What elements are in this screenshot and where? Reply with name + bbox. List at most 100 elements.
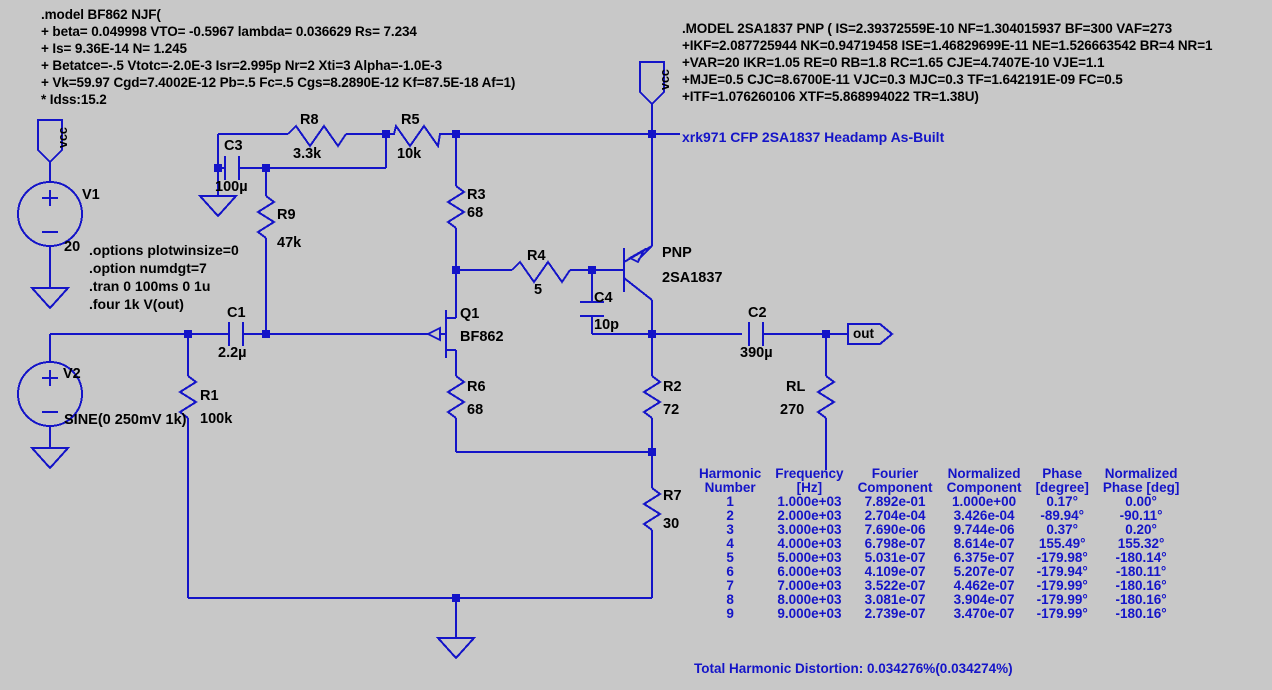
cell-component: 5.031e-07: [864, 549, 926, 565]
r3-value: 68: [467, 205, 484, 221]
cell-frequency: 6.000e+03: [777, 563, 842, 579]
q2-ref: PNP: [662, 245, 692, 261]
c3-ref: C3: [224, 138, 243, 154]
r7-body: [642, 487, 662, 531]
r5-value: 10k: [397, 146, 422, 162]
table-row: 3 3.000e+03 7.690e-06 9.744e-06 0.37° 0.…: [692, 521, 1186, 537]
cell-norm-phase: 155.32°: [1117, 535, 1165, 551]
jfet-model-line-3: + Betatce=-.5 Vtotc=-2.0E-3 Isr=2.995p N…: [41, 58, 443, 73]
cell-norm-component: 9.744e-06: [953, 521, 1015, 537]
r1-ref: R1: [200, 388, 219, 404]
fourier-col-frequency-line1: Frequency: [775, 466, 844, 481]
cell-component: 7.690e-06: [864, 521, 926, 537]
cell-component: 6.798e-07: [864, 535, 926, 551]
v1-source: [17, 181, 83, 288]
jfet-q1-symbol: [425, 270, 457, 376]
cell-frequency: 4.000e+03: [777, 535, 842, 551]
c3-symbol: [218, 156, 266, 180]
fourier-col-normcomponent-line2: Component: [946, 479, 1022, 495]
v1-value: 20: [64, 239, 81, 255]
r3-ref: R3: [467, 187, 486, 203]
ground-bottom: [435, 637, 477, 660]
rl-value: 270: [780, 402, 805, 418]
cell-frequency: 7.000e+03: [777, 577, 842, 593]
c2-value: 390µ: [740, 345, 773, 361]
cell-component: 3.081e-07: [864, 592, 926, 607]
r8-body: [287, 124, 347, 148]
q2-value: 2SA1837: [662, 270, 723, 286]
fourier-col-phase-line1: Phase: [1042, 466, 1083, 481]
cell-norm-component: 8.614e-07: [953, 535, 1015, 551]
r6-body: [446, 375, 466, 419]
cell-phase: -89.94°: [1040, 507, 1085, 523]
pnp-model-line-1: +IKF=2.087725944 NK=0.94719458 ISE=1.468…: [682, 38, 1213, 53]
cell-norm-phase: -180.11°: [1115, 563, 1167, 579]
fourier-col-normphase-line2: Phase [deg]: [1102, 479, 1180, 495]
cell-norm-phase: -180.16°: [1115, 606, 1167, 622]
fourier-table-container: Harmonic Frequency Fourier Normalized Ph…: [692, 467, 1186, 621]
cell-frequency: 1.000e+03: [777, 493, 842, 509]
cell-harmonic: 2: [726, 507, 734, 523]
r6-ref: R6: [467, 379, 486, 395]
cell-harmonic: 6: [726, 563, 734, 579]
r8-ref: R8: [300, 112, 319, 128]
cell-component: 2.704e-04: [864, 507, 926, 523]
fourier-col-component-line1: Fourier: [871, 466, 919, 481]
cell-norm-component: 6.375e-07: [953, 549, 1015, 565]
r2-body: [642, 375, 662, 419]
cell-harmonic: 9: [726, 606, 734, 622]
r8-value: 3.3k: [293, 146, 322, 162]
c4-ref: C4: [594, 290, 613, 306]
cell-component: 4.109e-07: [864, 563, 926, 579]
cell-phase: -179.99°: [1036, 592, 1088, 607]
r4-body: [511, 260, 571, 284]
cell-component: 7.892e-01: [864, 493, 926, 509]
cell-harmonic: 1: [726, 493, 734, 509]
fourier-header-row-bottom: Number [Hz] Component Component [degree]…: [692, 479, 1186, 495]
cell-norm-component: 5.207e-07: [953, 563, 1015, 579]
thd-summary: Total Harmonic Distortion: 0.034276%(0.0…: [694, 661, 1013, 676]
cell-phase: -179.99°: [1036, 606, 1088, 622]
jfet-model-line-1: + beta= 0.049998 VTO= -0.5967 lambda= 0.…: [41, 24, 417, 39]
pnp-model-line-3: +MJE=0.5 CJC=8.6700E-11 VJC=0.3 MJC=0.3 …: [682, 72, 1123, 87]
cell-norm-phase: 0.20°: [1125, 521, 1157, 537]
table-row: 6 6.000e+03 4.109e-07 5.207e-07 -179.94°…: [692, 563, 1186, 579]
pnp-model-line-2: +VAR=20 IKR=1.05 RE=0 RB=1.8 RC=1.65 CJE…: [682, 55, 1105, 70]
pnp-model-line-0: .MODEL 2SA1837 PNP ( IS=2.39372559E-10 N…: [682, 21, 1173, 36]
cell-phase: 0.37°: [1046, 521, 1079, 537]
r9-ref: R9: [277, 207, 296, 223]
r7-ref: R7: [663, 488, 682, 504]
cell-frequency: 3.000e+03: [777, 521, 842, 537]
table-row: 2 2.000e+03 2.704e-04 3.426e-04 -89.94° …: [692, 507, 1186, 523]
jfet-model-line-4: + Vk=59.97 Cgd=7.4002E-12 Pb=.5 Fc=.5 Cg…: [41, 75, 516, 90]
v2-source: [17, 334, 83, 448]
cell-harmonic: 4: [726, 535, 734, 551]
r6-value: 68: [467, 402, 484, 418]
r3-body: [446, 185, 466, 229]
fourier-table-body: 1 1.000e+03 7.892e-01 1.000e+00 0.17° 0.…: [692, 493, 1186, 622]
vcc-label-right: vcc: [658, 69, 672, 90]
cell-harmonic: 3: [726, 521, 734, 537]
cell-harmonic: 5: [726, 549, 734, 565]
r1-value: 100k: [200, 411, 233, 427]
cell-component: 2.739e-07: [864, 606, 926, 622]
c4-value: 10p: [594, 317, 619, 333]
r2-ref: R2: [663, 379, 682, 395]
table-row: 8 8.000e+03 3.081e-07 3.904e-07 -179.99°…: [692, 592, 1186, 607]
r4-value: 5: [534, 282, 543, 298]
schematic-title: xrk971 CFP 2SA1837 Headamp As-Built: [682, 129, 945, 145]
v2-value: SINE(0 250mV 1k): [64, 412, 187, 428]
r5-ref: R5: [401, 112, 420, 128]
fourier-header-row-top: Harmonic Frequency Fourier Normalized Ph…: [692, 467, 1186, 481]
cell-frequency: 9.000e+03: [777, 606, 842, 622]
fourier-col-harmonic-line1: Harmonic: [699, 466, 762, 481]
c2-symbol: [748, 322, 826, 346]
r5-body: [386, 123, 448, 149]
q1-value: BF862: [460, 329, 504, 345]
table-row: 4 4.000e+03 6.798e-07 8.614e-07 155.49° …: [692, 535, 1186, 551]
c1-symbol: [222, 322, 266, 346]
table-row: 9 9.000e+03 2.739e-07 3.470e-07 -179.99°…: [692, 606, 1186, 622]
v1-ref: V1: [82, 187, 100, 203]
cell-norm-phase: -180.14°: [1115, 549, 1167, 565]
table-row: 7 7.000e+03 3.522e-07 4.462e-07 -179.99°…: [692, 577, 1186, 593]
